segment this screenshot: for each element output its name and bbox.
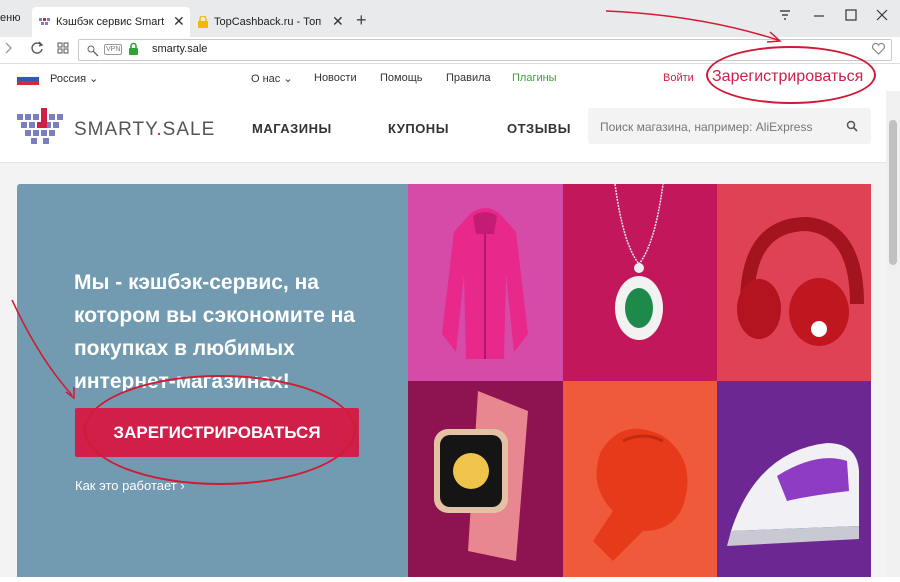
- annotation-arrows: [11, 10, 782, 400]
